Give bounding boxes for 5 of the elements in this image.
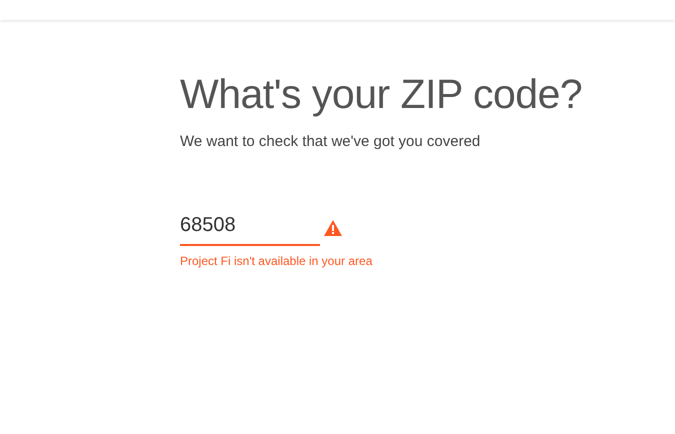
error-message: Project Fi isn't available in your area [180,252,374,270]
subtitle: We want to check that we've got you covered [180,132,482,152]
zip-code-field[interactable]: 68508 [180,210,320,246]
page-heading: What's your ZIP code? [180,70,584,119]
warning-icon [324,220,342,236]
